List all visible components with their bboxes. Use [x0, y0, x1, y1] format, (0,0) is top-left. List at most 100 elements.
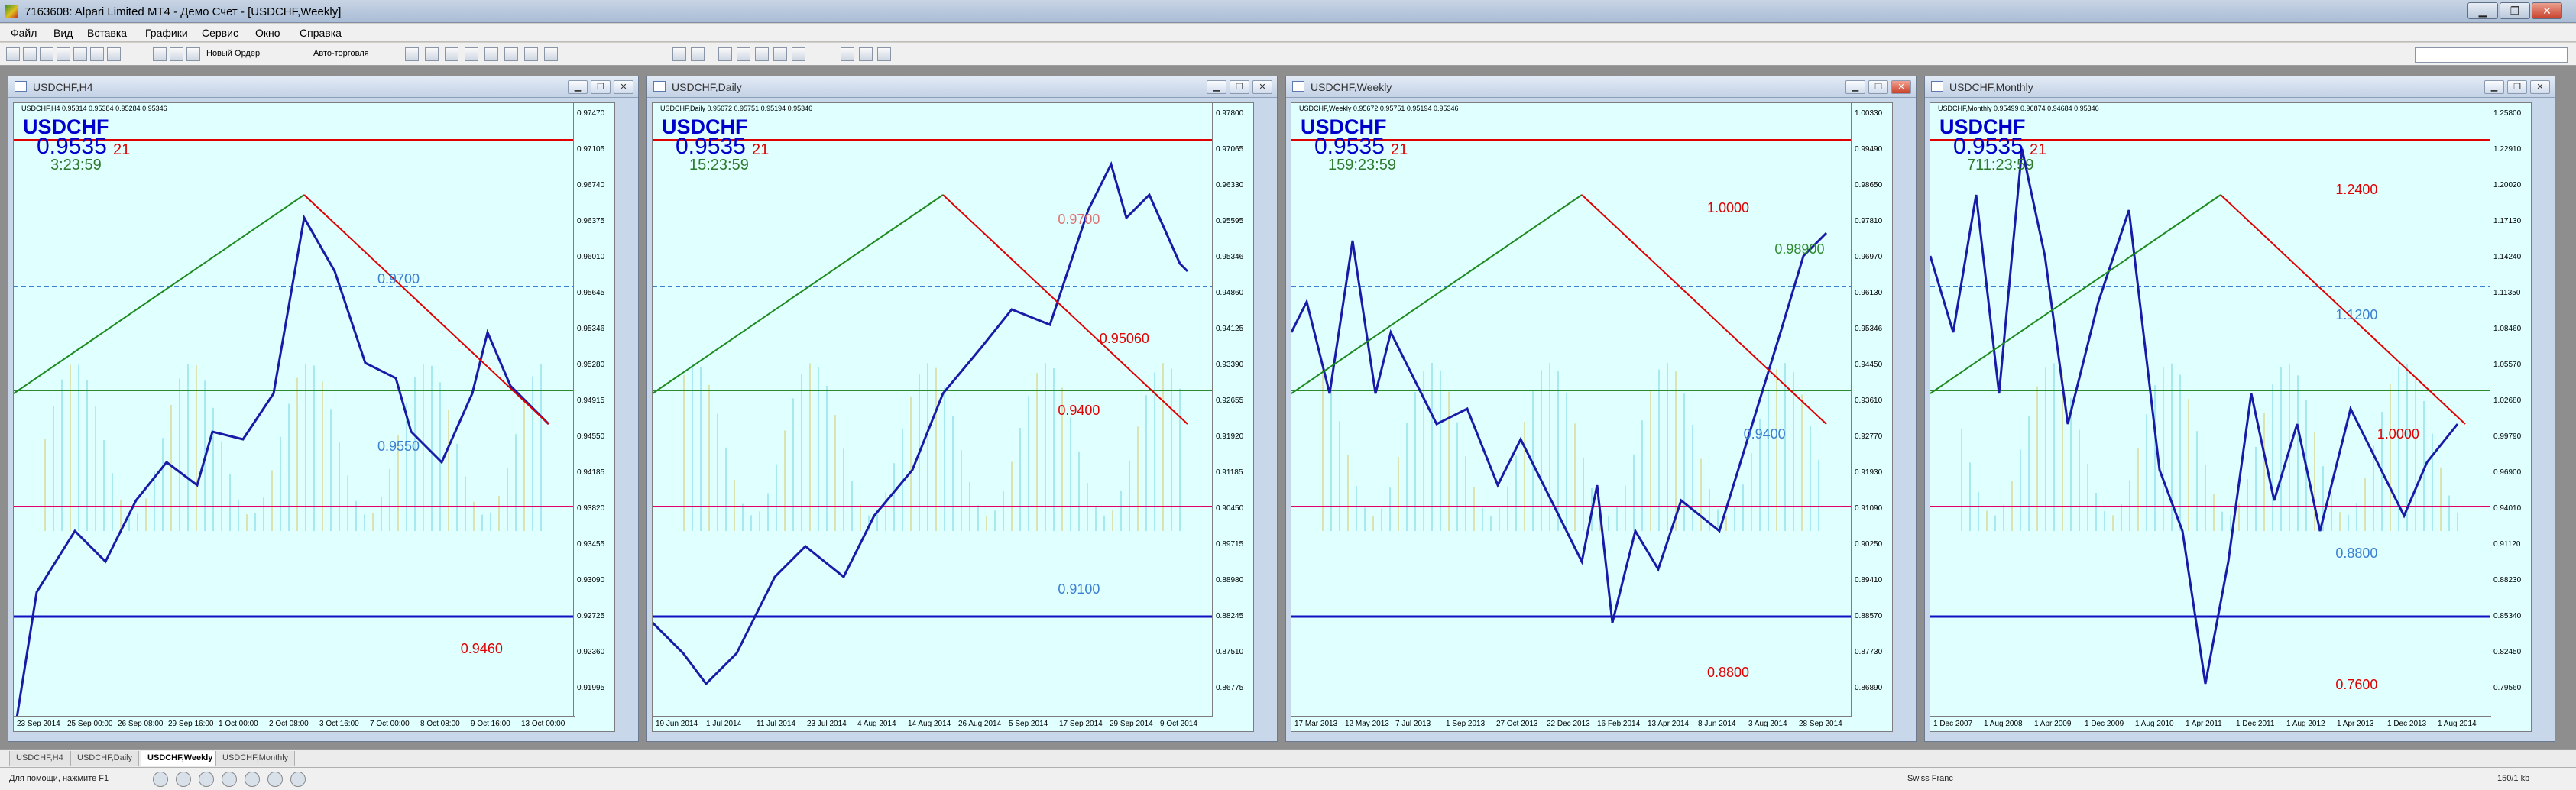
trend-line[interactable] [1930, 194, 2221, 394]
chart-restore-button[interactable]: ❐ [2507, 80, 2527, 94]
periods-icon[interactable] [524, 47, 538, 61]
trendline-icon[interactable] [755, 47, 769, 61]
market-watch-icon[interactable] [57, 47, 70, 61]
chart-restore-button[interactable]: ❐ [1868, 80, 1888, 94]
indicator-histogram-bar [2087, 463, 2088, 531]
time-tick-label: 1 Dec 2013 [2387, 720, 2427, 728]
navigator-icon[interactable] [40, 47, 53, 61]
taskbar-app-icon[interactable] [176, 772, 191, 787]
arrows-icon[interactable] [877, 47, 891, 61]
tab-usdchf-daily[interactable]: USDCHF,Daily [70, 751, 140, 766]
tile-icon[interactable] [445, 47, 458, 61]
text-icon[interactable] [841, 47, 854, 61]
tab-usdchf-monthly[interactable]: USDCHF,Monthly [215, 751, 296, 766]
menu-file[interactable]: Файл [11, 27, 37, 39]
indicator-histogram-bar [53, 406, 54, 531]
trend-line[interactable] [1291, 194, 1583, 394]
close-button[interactable]: ✕ [2532, 2, 2562, 19]
terminal-icon[interactable] [90, 47, 104, 61]
candle-chart-icon[interactable] [170, 47, 183, 61]
price-tick-label: 0.92360 [577, 648, 605, 656]
indicator-histogram-bar [439, 382, 441, 531]
chart-close-button[interactable]: ✕ [1252, 80, 1272, 94]
chart-plot-area[interactable]: USDCHF,H4 0.95314 0.95384 0.95284 0.9534… [13, 102, 615, 732]
price-tick-label: 0.85340 [2493, 612, 2522, 620]
hline-icon[interactable] [737, 47, 750, 61]
chart-window-2[interactable]: USDCHF,Weekly ▁ ❐ ✕ USDCHF,Weekly 0.95672 0.… [1285, 76, 1917, 742]
time-tick-label: 1 Aug 2008 [1984, 720, 2023, 728]
trend-line[interactable] [653, 194, 944, 394]
chart-window-caption[interactable]: USDCHF,Monthly ▁ ❐ ✕ [1925, 76, 2555, 98]
zoom-in-icon[interactable] [405, 47, 419, 61]
menu-help[interactable]: Справка [300, 27, 342, 39]
taskbar-app-icon[interactable] [199, 772, 214, 787]
tester-icon[interactable] [107, 47, 121, 61]
chart-plot-area[interactable]: USDCHF,Monthly 0.95499 0.96874 0.94684 0… [1930, 102, 2532, 732]
mdi-area: USDCHF,H4 ▁ ❐ ✕ USDCHF,H4 0.95314 0.95384 0.… [0, 66, 2576, 749]
chart-window-caption[interactable]: USDCHF,Weekly ▁ ❐ ✕ [1286, 76, 1916, 98]
chart-window-3[interactable]: USDCHF,Monthly ▁ ❐ ✕ USDCHF,Monthly 0.95499 … [1924, 76, 2555, 742]
chart-window-1[interactable]: USDCHF,Daily ▁ ❐ ✕ USDCHF,Daily 0.95672 0.95… [646, 76, 1278, 742]
line-chart-icon[interactable] [186, 47, 200, 61]
templates-icon[interactable] [544, 47, 558, 61]
autoscroll-icon[interactable] [465, 47, 478, 61]
chart-window-0[interactable]: USDCHF,H4 ▁ ❐ ✕ USDCHF,H4 0.95314 0.95384 0.… [8, 76, 639, 742]
chart-close-button[interactable]: ✕ [614, 80, 633, 94]
shift-icon[interactable] [484, 47, 498, 61]
price-level-label: 0.9700 [377, 271, 420, 287]
tab-usdchf-weekly[interactable]: USDCHF,Weekly [141, 751, 220, 766]
new-chart-icon[interactable] [6, 47, 20, 61]
indicator-histogram-bar [1499, 507, 1500, 531]
vline-icon[interactable] [718, 47, 732, 61]
chart-window-caption[interactable]: USDCHF,H4 ▁ ❐ ✕ [8, 76, 638, 98]
menu-view[interactable]: Вид [53, 27, 73, 39]
trend-line[interactable] [14, 194, 305, 394]
price-tick-label: 0.96330 [1216, 181, 1244, 189]
time-scale: 1 Dec 2007 1 Aug 2008 1 Apr 2009 1 Dec 2009… [1930, 716, 2491, 731]
auto-trading-button[interactable]: Авто-торговля [313, 49, 369, 58]
taskbar-app-icon[interactable] [290, 772, 306, 787]
indicators-icon[interactable] [504, 47, 518, 61]
zoom-out-icon[interactable] [425, 47, 439, 61]
chart-close-button[interactable]: ✕ [1891, 80, 1911, 94]
taskbar-app-icon[interactable] [267, 772, 283, 787]
chart-minimize-button[interactable]: ▁ [2484, 80, 2504, 94]
cursor-icon[interactable] [672, 47, 686, 61]
new-order-button[interactable]: Новый Ордер [206, 49, 260, 58]
chart-plot-area[interactable]: USDCHF,Weekly 0.95672 0.95751 0.95194 0.… [1291, 102, 1893, 732]
chart-restore-button[interactable]: ❐ [1230, 80, 1249, 94]
minimize-button[interactable]: ▁ [2467, 2, 2498, 19]
profiles-icon[interactable] [23, 47, 37, 61]
chart-close-button[interactable]: ✕ [2530, 80, 2550, 94]
indicator-histogram-bar [1179, 388, 1181, 531]
chart-minimize-button[interactable]: ▁ [1207, 80, 1226, 94]
indicator-histogram-bar [2112, 515, 2114, 531]
indicator-histogram-bar [1583, 457, 1584, 531]
crosshair-icon[interactable] [691, 47, 705, 61]
price-tick-label: 0.88230 [2493, 576, 2522, 584]
maximize-button[interactable]: ❐ [2500, 2, 2530, 19]
channel-icon[interactable] [773, 47, 787, 61]
chart-window-caption[interactable]: USDCHF,Daily ▁ ❐ ✕ [647, 76, 1277, 98]
chart-restore-button[interactable]: ❐ [591, 80, 611, 94]
menu-window[interactable]: Окно [255, 27, 280, 39]
taskbar-app-icon[interactable] [222, 772, 237, 787]
data-window-icon[interactable] [73, 47, 87, 61]
taskbar-app-icon[interactable] [153, 772, 168, 787]
taskbar-app-icon[interactable] [245, 772, 260, 787]
search-input[interactable] [2415, 47, 2568, 63]
tab-usdchf-h4[interactable]: USDCHF,H4 [9, 751, 70, 766]
menu-charts[interactable]: Графики [145, 27, 188, 39]
price-tick-label: 1.25800 [2493, 109, 2522, 118]
chart-minimize-button[interactable]: ▁ [1845, 80, 1865, 94]
indicator-histogram-bar [280, 436, 281, 531]
chart-plot-area[interactable]: USDCHF,Daily 0.95672 0.95751 0.95194 0.9… [652, 102, 1254, 732]
indicator-histogram-bar [238, 500, 239, 531]
menu-tools[interactable]: Сервис [202, 27, 238, 39]
fibo-icon[interactable] [792, 47, 805, 61]
label-icon[interactable] [859, 47, 873, 61]
menu-insert[interactable]: Вставка [87, 27, 127, 39]
chart-minimize-button[interactable]: ▁ [568, 80, 588, 94]
bar-chart-icon[interactable] [153, 47, 167, 61]
indicator-histogram-bar [1019, 428, 1021, 531]
